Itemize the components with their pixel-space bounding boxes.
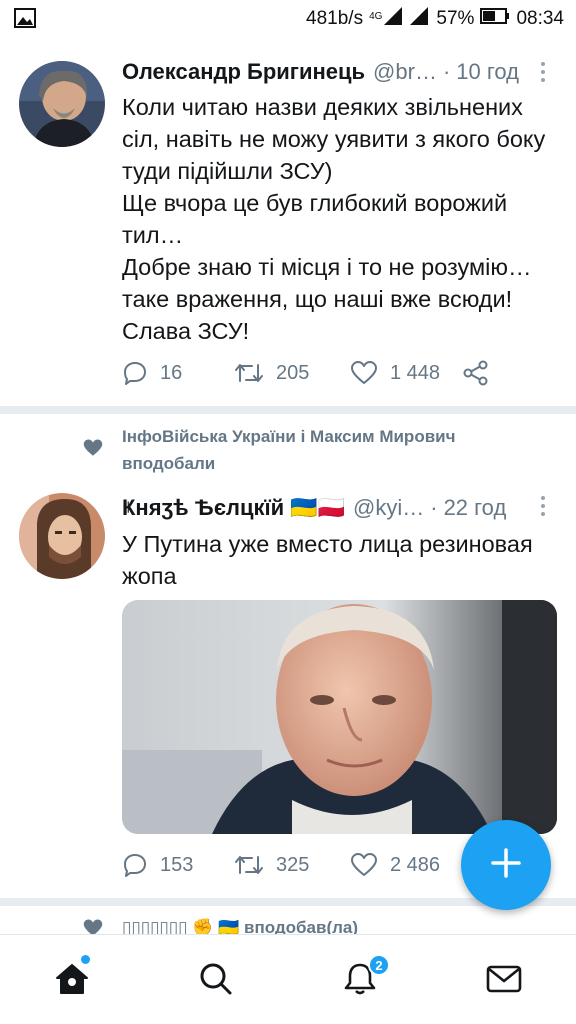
network-type: 4G xyxy=(369,11,383,22)
reply-button[interactable]: 16 xyxy=(122,360,234,386)
signal-icon xyxy=(384,7,404,31)
network-speed: 481b/s xyxy=(306,8,364,29)
retweet-icon xyxy=(234,360,264,386)
tweet-image[interactable] xyxy=(122,600,557,834)
notifications-badge: 2 xyxy=(368,954,390,976)
retweet-count: 325 xyxy=(276,853,310,876)
battery-icon xyxy=(480,7,510,31)
reply-count: 153 xyxy=(160,853,194,876)
tweet-text: Коли читаю назви деяких звільнених сіл, … xyxy=(122,94,546,344)
social-context[interactable]: ІнфоВійська України і Максим Мирович впо… xyxy=(122,423,522,477)
nav-messages[interactable] xyxy=(482,959,526,1003)
share-icon xyxy=(462,360,490,386)
tweet-time[interactable]: 10 год xyxy=(456,58,519,86)
liked-heart-icon xyxy=(82,438,104,463)
separator-dot: · xyxy=(430,495,438,520)
reply-icon xyxy=(122,360,148,386)
signal-icon-2 xyxy=(410,7,430,31)
flags: 🇺🇦🇵🇱 xyxy=(290,495,345,520)
clock: 08:34 xyxy=(516,8,564,29)
like-button[interactable]: 2 486 xyxy=(350,852,462,878)
tweet-time[interactable]: 22 год xyxy=(444,494,507,522)
like-count: 2 486 xyxy=(390,853,441,876)
retweet-count: 205 xyxy=(276,361,310,384)
retweet-button[interactable]: 325 xyxy=(234,852,350,878)
tweet-divider xyxy=(0,406,576,414)
reply-count: 16 xyxy=(160,361,183,384)
author-name[interactable]: Олександр Бригинець xyxy=(122,58,365,86)
separator-dot: · xyxy=(442,59,451,84)
tweet[interactable]: Олександр Бригинець @br… · 10 год Коли ч… xyxy=(0,40,576,406)
bottom-navigation xyxy=(0,934,576,1024)
author-name[interactable]: Ҝняӡѣ Ѣєлцкїй xyxy=(122,494,284,522)
home-icon xyxy=(54,962,90,1001)
tweet-text: У Путина уже вместо лица резиновая жопа xyxy=(122,531,533,589)
image-icon xyxy=(14,8,36,33)
nav-search[interactable] xyxy=(194,959,238,1003)
tweet-actions: 16 205 1 448 xyxy=(122,360,490,386)
search-icon xyxy=(198,961,234,1002)
tweet-actions: 153 325 2 486 xyxy=(122,852,462,878)
compose-button[interactable] xyxy=(461,820,551,910)
status-bar: 481b/s 4G 57% 08:34 xyxy=(0,0,576,40)
share-button[interactable] xyxy=(462,360,490,386)
nav-home[interactable] xyxy=(50,959,94,1003)
heart-icon xyxy=(350,852,378,878)
plus-icon xyxy=(490,847,522,884)
avatar[interactable] xyxy=(19,61,105,147)
retweet-icon xyxy=(234,852,264,878)
avatar[interactable] xyxy=(19,493,105,579)
author-handle[interactable]: @br… xyxy=(373,58,437,86)
battery-percent: 57% xyxy=(436,8,475,29)
social-context[interactable]: ▯▯▯▯▯▯▯ ✊ 🇺🇦 вподобав(ла) xyxy=(122,914,422,934)
reply-icon xyxy=(122,852,148,878)
author-handle[interactable]: @kyi… xyxy=(353,494,424,522)
more-options-icon[interactable] xyxy=(541,496,547,520)
home-unread-dot xyxy=(81,955,90,964)
heart-icon xyxy=(350,360,378,386)
mail-icon xyxy=(486,964,522,999)
retweet-button[interactable]: 205 xyxy=(234,360,350,386)
more-options-icon[interactable] xyxy=(541,62,547,86)
like-count: 1 448 xyxy=(390,361,441,384)
like-button[interactable]: 1 448 xyxy=(350,360,462,386)
reply-button[interactable]: 153 xyxy=(122,852,234,878)
